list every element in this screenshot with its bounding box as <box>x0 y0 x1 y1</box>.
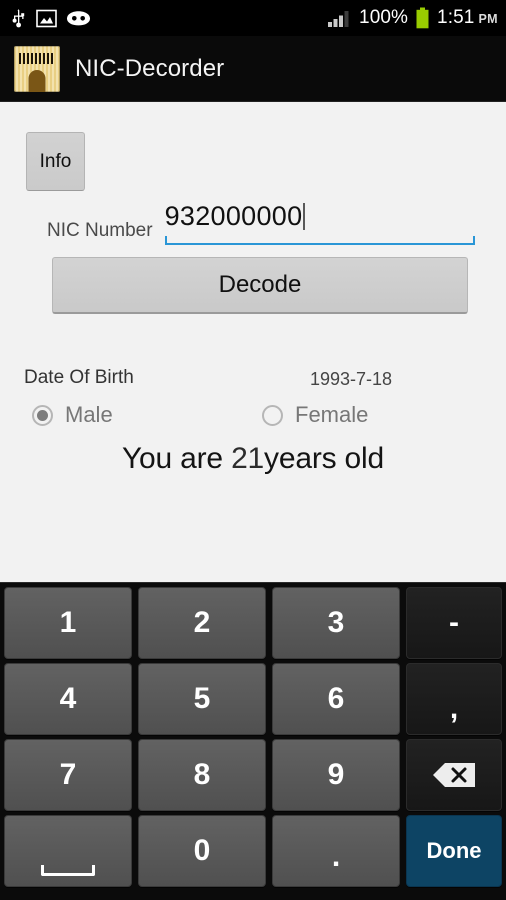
signal-bars-icon <box>328 11 349 27</box>
nic-number-input[interactable]: 932000000 <box>164 203 475 245</box>
key-6[interactable]: 6 <box>272 663 400 735</box>
usb-icon <box>12 8 25 27</box>
keyboard-row: 4 5 6, <box>4 663 502 735</box>
key-9-label: 9 <box>327 758 345 791</box>
age-suffix: years old <box>264 442 384 475</box>
nic-number-label: NIC Number <box>47 220 153 241</box>
backspace-icon <box>433 763 475 787</box>
key-comma-label: , <box>449 692 459 725</box>
status-bar: 100% 1:51 PM <box>0 0 506 36</box>
phone-screen: 100% 1:51 PM NIC-Decorder Info NIC Numbe… <box>0 0 506 900</box>
radio-label-male: Male <box>65 402 113 427</box>
status-bar-clock: 1:51 PM <box>437 7 498 29</box>
nic-number-field-row: NIC Number 932000000 <box>0 203 506 245</box>
main-content: Info NIC Number 932000000 Decode Date Of… <box>0 102 506 582</box>
page-title: NIC-Decorder <box>75 54 225 82</box>
key-minus[interactable]: - <box>406 587 502 659</box>
key-8-label: 8 <box>193 758 211 791</box>
key-1[interactable]: 1 <box>4 587 132 659</box>
cyanogenmod-head-icon <box>67 11 90 26</box>
key-backspace[interactable] <box>406 739 502 811</box>
status-bar-right-group: 100% 1:51 PM <box>327 7 498 30</box>
date-of-birth-value: 1993-7-18 <box>310 369 393 389</box>
key-0-label: 0 <box>193 834 211 867</box>
key-3[interactable]: 3 <box>272 587 400 659</box>
action-bar: NIC-Decorder <box>0 36 506 102</box>
radio-circle-male[interactable] <box>32 404 53 426</box>
key-2-label: 2 <box>193 606 211 639</box>
gender-radio-group: Male Female <box>0 402 506 436</box>
date-of-birth-row: Date Of Birth 1993-7-18 <box>0 367 506 397</box>
app-icon-dome <box>28 69 46 92</box>
battery-percent-label: 100% <box>359 7 409 28</box>
key-period[interactable]: . <box>272 815 400 887</box>
nic-number-value-wrap: 932000000 <box>165 203 475 236</box>
date-of-birth-label: Date Of Birth <box>24 367 134 388</box>
battery-full-icon <box>416 7 429 28</box>
key-7-label: 7 <box>59 758 77 791</box>
key-comma[interactable]: , <box>406 663 502 735</box>
text-caret <box>303 203 306 230</box>
key-5-label: 5 <box>193 682 211 715</box>
key-0[interactable]: 0 <box>138 815 266 887</box>
key-6-label: 6 <box>327 682 345 715</box>
key-1-label: 1 <box>59 606 77 639</box>
key-done[interactable]: Done <box>406 815 502 887</box>
clock-ampm: PM <box>478 12 498 26</box>
key-minus-label: - <box>449 606 459 639</box>
radio-circle-female[interactable] <box>262 404 283 426</box>
app-launcher-icon <box>14 45 60 92</box>
key-7[interactable]: 7 <box>4 739 132 811</box>
age-result-text: You are 21years old <box>0 442 506 476</box>
age-prefix: You are <box>122 442 232 475</box>
radio-option-male[interactable]: Male <box>32 402 113 428</box>
clock-time: 1:51 <box>437 7 475 28</box>
decode-button[interactable]: Decode <box>52 257 468 314</box>
age-value: 21 <box>231 442 265 475</box>
nic-number-value: 932000000 <box>164 201 303 231</box>
key-9[interactable]: 9 <box>272 739 400 811</box>
key-done-label: Done <box>426 838 482 863</box>
key-3-label: 3 <box>327 606 345 639</box>
key-2[interactable]: 2 <box>138 587 266 659</box>
key-4[interactable]: 4 <box>4 663 132 735</box>
keyboard-row: 0. Done <box>4 815 502 887</box>
key-8[interactable]: 8 <box>138 739 266 811</box>
info-button[interactable]: Info <box>26 132 85 191</box>
screenshot-image-icon <box>36 9 57 27</box>
radio-option-female[interactable]: Female <box>262 402 368 428</box>
numeric-keyboard: 1 2 3 - 4 5 6, 7 8 9 0. Done <box>0 582 506 900</box>
nic-number-underline <box>164 236 475 245</box>
space-bar-icon <box>41 865 95 876</box>
keyboard-row: 7 8 9 <box>4 739 502 811</box>
keyboard-row: 1 2 3 - <box>4 587 502 659</box>
status-bar-left-icons <box>10 8 91 29</box>
radio-dot-male <box>37 409 48 421</box>
key-4-label: 4 <box>59 682 77 715</box>
radio-label-female: Female <box>295 402 369 427</box>
key-5[interactable]: 5 <box>138 663 266 735</box>
app-icon-glyph <box>19 52 55 64</box>
key-space[interactable] <box>4 815 132 887</box>
key-period-label: . <box>331 840 341 873</box>
